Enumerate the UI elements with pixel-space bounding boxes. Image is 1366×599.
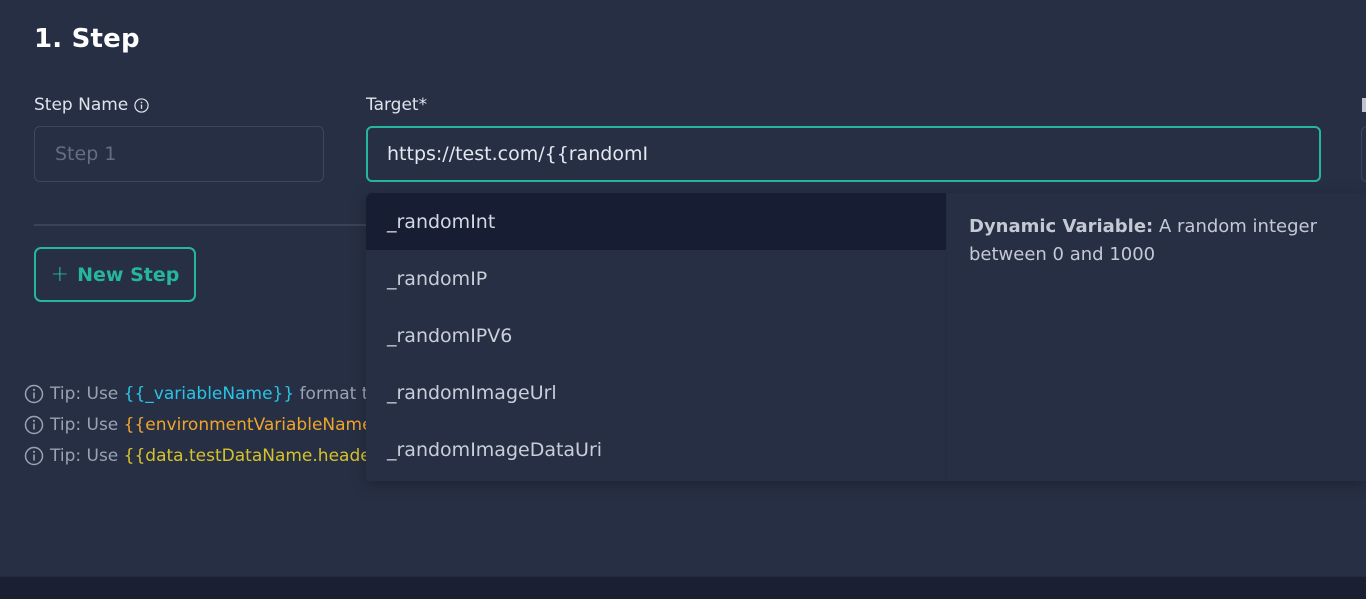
autocomplete-list: _randomInt _randomIP _randomIPV6 _random…: [366, 193, 947, 481]
new-step-button[interactable]: + New Step: [34, 247, 196, 302]
step-name-input[interactable]: Step 1: [34, 126, 324, 182]
tip-item: Tip: Use {{environmentVariableName}}: [24, 409, 369, 440]
divider: [34, 224, 374, 226]
info-icon: [24, 446, 44, 465]
autocomplete-detail: Dynamic Variable: A random integer betwe…: [947, 193, 1366, 481]
info-icon: [24, 415, 44, 434]
tips-list: Tip: Use {{_variableName}} format to Tip…: [24, 378, 369, 471]
info-icon[interactable]: [134, 97, 149, 113]
tip-item: Tip: Use {{_variableName}} format to: [24, 378, 369, 409]
section-title: 1. Step: [34, 24, 140, 54]
tip-item: Tip: Use {{data.testDataName.header}}: [24, 440, 369, 471]
tip-code: {{_variableName}}: [123, 383, 295, 404]
tip-code: {{data.testDataName.header}}: [123, 445, 369, 466]
autocomplete-item[interactable]: _randomImageUrl: [366, 364, 946, 421]
plus-icon: +: [50, 262, 70, 287]
autocomplete-item[interactable]: _randomIP: [366, 250, 946, 307]
tip-code: {{environmentVariableName}}: [123, 414, 369, 435]
tip-text: Tip: Use {{environmentVariableName}}: [50, 415, 369, 435]
next-field-label-partial: [1362, 98, 1366, 112]
tip-text: Tip: Use {{_variableName}} format to: [50, 383, 369, 404]
step-editor: 1. Step Step Name Step 1 Target* https:/…: [0, 0, 1366, 599]
autocomplete-dropdown: _randomInt _randomIP _randomIPV6 _random…: [366, 193, 1366, 481]
target-label-text: Target*: [366, 95, 428, 115]
target-label: Target*: [366, 95, 427, 115]
autocomplete-item[interactable]: _randomIPV6: [366, 307, 946, 364]
new-step-label: New Step: [77, 263, 180, 286]
autocomplete-item[interactable]: _randomImageDataUri: [366, 421, 946, 478]
info-icon: [24, 384, 44, 403]
step-name-label: Step Name: [34, 95, 149, 115]
footer-bar: [0, 576, 1366, 599]
step-name-label-text: Step Name: [34, 95, 129, 115]
target-input[interactable]: https://test.com/{{randomI: [366, 126, 1321, 182]
tip-text: Tip: Use {{data.testDataName.header}}: [50, 446, 369, 466]
detail-title: Dynamic Variable:: [969, 216, 1154, 237]
autocomplete-item[interactable]: _randomInt: [366, 193, 946, 250]
next-field-input-partial[interactable]: [1361, 126, 1366, 182]
